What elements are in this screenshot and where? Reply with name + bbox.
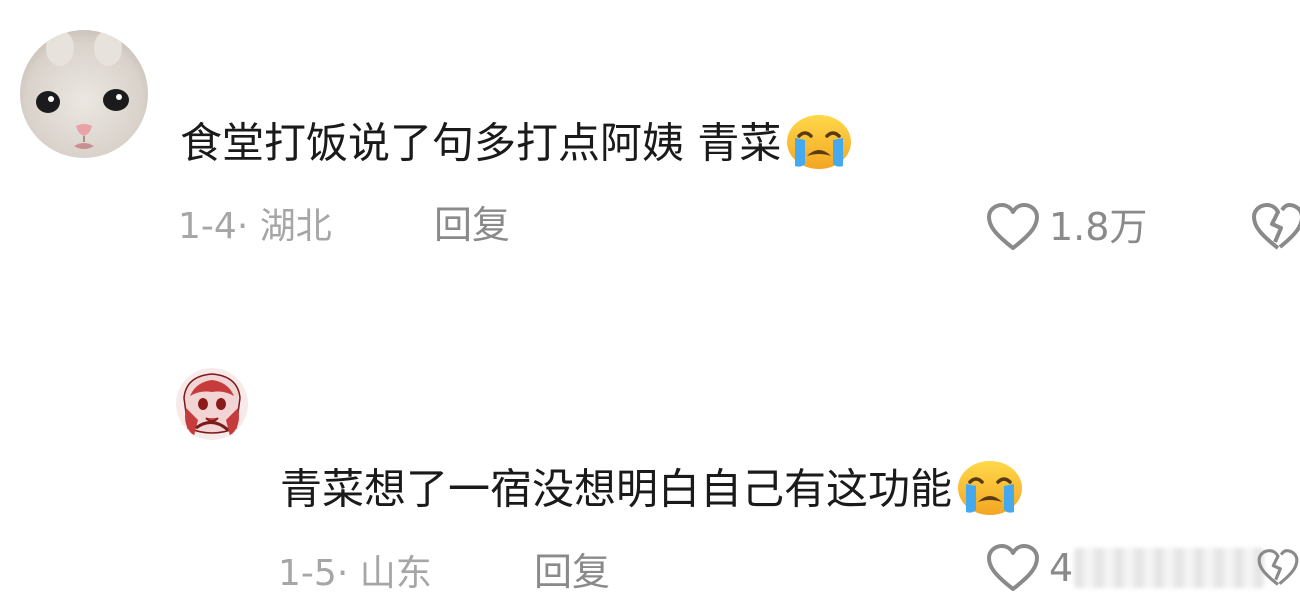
loudly-crying-emoji-icon — [785, 114, 853, 170]
like-count: 1.8万 — [1049, 205, 1148, 249]
broken-heart-icon — [1250, 202, 1300, 252]
comment-meta: 1-5· 山东 — [278, 556, 432, 592]
heart-outline-icon — [985, 202, 1041, 252]
avatar[interactable] — [176, 368, 248, 440]
comment-meta: 1-4· 湖北 — [178, 209, 332, 245]
comment-location: 湖北 — [259, 206, 332, 247]
meta-separator: · — [336, 553, 349, 594]
comment-list: 食堂打饭说了句多打点阿姨 青菜 1-4· 湖北 回复 1.8万 青菜想了一宿没想… — [0, 0, 1300, 600]
like-button[interactable]: 1.8万 — [985, 202, 1147, 252]
like-button[interactable]: 4 — [985, 543, 1073, 593]
comment-location: 山东 — [359, 553, 432, 594]
like-count: 4 — [1049, 546, 1074, 590]
loudly-crying-emoji-icon — [956, 460, 1024, 516]
comment-text: 食堂打饭说了句多打点阿姨 青菜 — [180, 115, 853, 174]
blurred-watermark — [1074, 548, 1264, 588]
avatar[interactable] — [20, 30, 148, 158]
dislike-button[interactable] — [1256, 543, 1300, 593]
heart-outline-icon — [985, 543, 1041, 593]
cat-avatar-icon — [20, 30, 148, 158]
reply-button[interactable]: 回复 — [534, 553, 610, 591]
anime-girl-avatar-icon — [176, 368, 248, 440]
meta-separator: · — [236, 206, 249, 247]
broken-heart-icon — [1256, 543, 1300, 593]
dislike-button[interactable] — [1250, 202, 1300, 252]
comment-date: 1-5 — [278, 553, 337, 594]
reply-button[interactable]: 回复 — [434, 206, 510, 244]
comment-date: 1-4 — [178, 206, 237, 247]
comment-text: 青菜想了一宿没想明白自己有这功能 — [280, 461, 1024, 520]
